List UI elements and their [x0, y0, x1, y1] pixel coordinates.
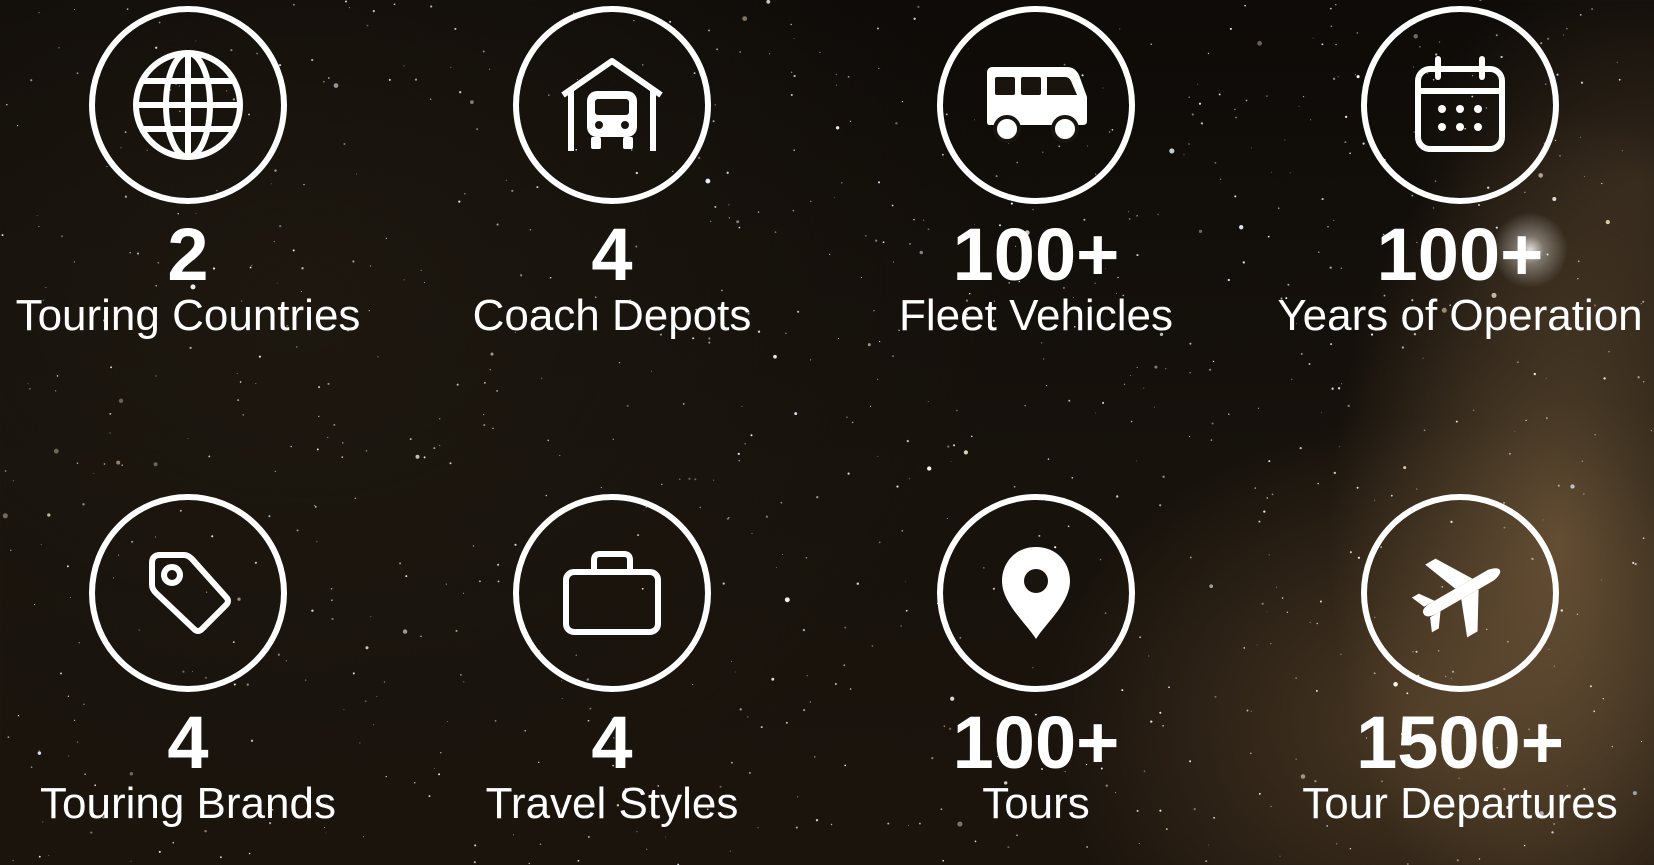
bus-icon	[937, 6, 1135, 204]
stat-label: Touring Countries	[15, 291, 361, 340]
stat-value: 4	[591, 213, 633, 296]
stat-value: 2	[167, 213, 209, 296]
stat-label: Tours	[982, 779, 1090, 828]
stat-fleet-vehicles: 100+ Fleet Vehicles	[836, 6, 1236, 340]
stat-touring-countries: 2 Touring Countries	[0, 6, 388, 340]
stat-years-of-operation: 100+ Years of Operation	[1260, 6, 1654, 340]
stat-label: Touring Brands	[40, 779, 336, 828]
stat-value: 4	[591, 701, 633, 784]
stats-grid: 2 Touring Countries 4 Coach Depots 100+ …	[0, 0, 1654, 865]
stat-label: Travel Styles	[485, 779, 739, 828]
stat-value: 4	[167, 701, 209, 784]
briefcase-icon	[513, 494, 711, 692]
tag-icon	[89, 494, 287, 692]
stat-value: 100+	[952, 213, 1120, 296]
stat-value: 100+	[952, 701, 1120, 784]
calendar-icon	[1361, 6, 1559, 204]
stat-label: Tour Departures	[1302, 779, 1618, 828]
stat-tour-departures: 1500+ Tour Departures	[1260, 494, 1654, 828]
map-pin-icon	[937, 494, 1135, 692]
stat-value: 100+	[1376, 213, 1544, 296]
stat-tours: 100+ Tours	[836, 494, 1236, 828]
coach-depot-icon	[513, 6, 711, 204]
stat-label: Coach Depots	[472, 291, 752, 340]
stat-touring-brands: 4 Touring Brands	[0, 494, 388, 828]
stat-value: 1500+	[1356, 701, 1564, 784]
stat-label: Years of Operation	[1277, 291, 1643, 340]
stat-label: Fleet Vehicles	[899, 291, 1173, 340]
globe-icon	[89, 6, 287, 204]
stat-travel-styles: 4 Travel Styles	[412, 494, 812, 828]
stat-coach-depots: 4 Coach Depots	[412, 6, 812, 340]
airplane-icon	[1361, 494, 1559, 692]
